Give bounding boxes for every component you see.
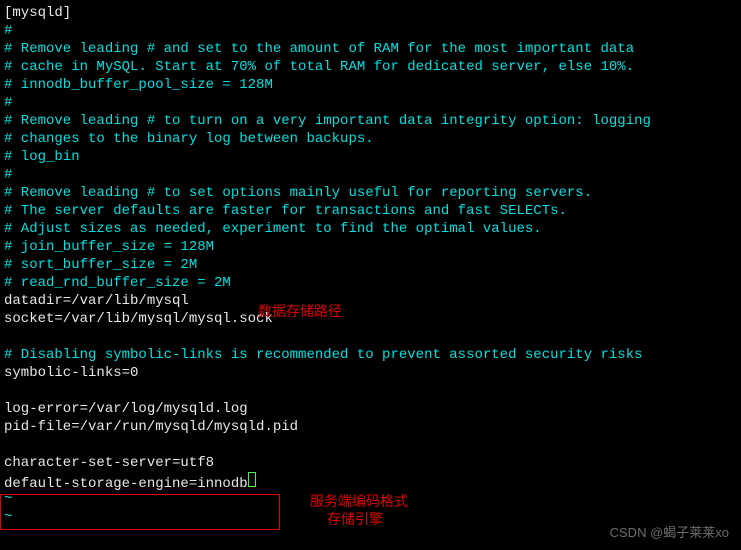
- highlight-box: [0, 494, 280, 530]
- editor-line: # join_buffer_size = 128M: [4, 238, 737, 256]
- editor-line: # log_bin: [4, 148, 737, 166]
- editor-line: socket=/var/lib/mysql/mysql.sock: [4, 310, 737, 328]
- annotation-datadir: 数据存储路径: [258, 304, 342, 322]
- terminal-editor[interactable]: [mysqld]## Remove leading # and set to t…: [4, 4, 737, 526]
- editor-line: # Disabling symbolic-links is recommende…: [4, 346, 737, 364]
- editor-line: [mysqld]: [4, 4, 737, 22]
- editor-line: default-storage-engine=innodb: [4, 472, 737, 490]
- editor-line: # Adjust sizes as needed, experiment to …: [4, 220, 737, 238]
- editor-line: symbolic-links=0: [4, 364, 737, 382]
- editor-line: [4, 436, 737, 454]
- editor-line: # The server defaults are faster for tra…: [4, 202, 737, 220]
- annotation-engine: 存储引擎: [327, 512, 383, 530]
- editor-line: [4, 328, 737, 346]
- cursor: [248, 472, 256, 487]
- editor-line: # Remove leading # to set options mainly…: [4, 184, 737, 202]
- editor-line: # Remove leading # to turn on a very imp…: [4, 112, 737, 130]
- editor-line: log-error=/var/log/mysqld.log: [4, 400, 737, 418]
- annotation-charset: 服务端编码格式: [310, 494, 408, 512]
- editor-line: # changes to the binary log between back…: [4, 130, 737, 148]
- editor-line: #: [4, 22, 737, 40]
- editor-line: # sort_buffer_size = 2M: [4, 256, 737, 274]
- editor-line: [4, 382, 737, 400]
- editor-line: pid-file=/var/run/mysqld/mysqld.pid: [4, 418, 737, 436]
- editor-line: character-set-server=utf8: [4, 454, 737, 472]
- watermark: CSDN @蝎子莱莱xo: [610, 524, 729, 542]
- editor-line: #: [4, 94, 737, 112]
- editor-line: # innodb_buffer_pool_size = 128M: [4, 76, 737, 94]
- editor-line: #: [4, 166, 737, 184]
- editor-line: # read_rnd_buffer_size = 2M: [4, 274, 737, 292]
- editor-line: # Remove leading # and set to the amount…: [4, 40, 737, 58]
- editor-line: # cache in MySQL. Start at 70% of total …: [4, 58, 737, 76]
- editor-line: datadir=/var/lib/mysql: [4, 292, 737, 310]
